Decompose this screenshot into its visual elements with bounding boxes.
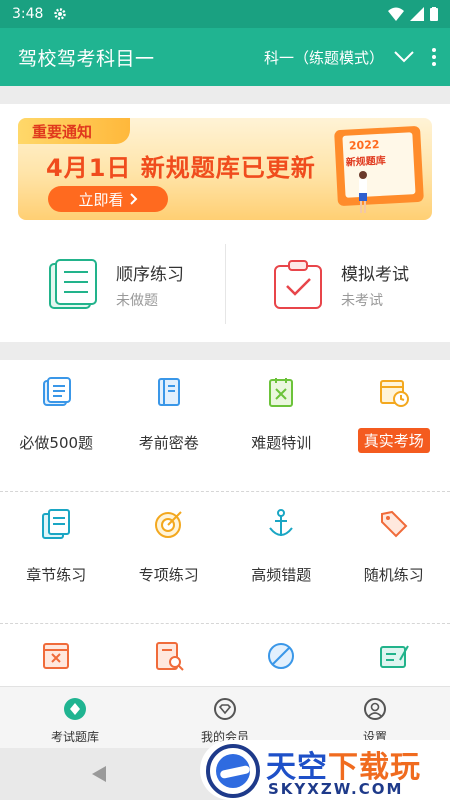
mock-exam-card[interactable]: 模拟考试 未考试 <box>225 244 450 328</box>
app-bar: 驾校驾考科目一 科一（练题模式） <box>0 28 450 86</box>
grid-label: 难题特训 <box>251 434 312 452</box>
notebook-icon <box>49 259 97 309</box>
chevron-right-icon <box>129 193 137 205</box>
watermark-logo <box>206 744 260 798</box>
watermark: 天空下载玩 SKYXZW.COM <box>200 740 450 800</box>
practice-title: 顺序练习 <box>116 265 184 285</box>
grid-label: 专项练习 <box>138 566 199 584</box>
banner-board-year: 2022 <box>348 137 380 153</box>
grid-label: 章节练习 <box>26 566 87 584</box>
prohibition-sign-icon <box>268 643 295 669</box>
book-icon <box>157 378 180 406</box>
calendar-clock-icon <box>379 380 409 407</box>
error-book-icon <box>43 643 70 669</box>
banner-headline: 4月1日 新规题库已更新 <box>46 154 316 182</box>
grid-item-wrong-set[interactable] <box>0 624 113 686</box>
real-exam-room-button[interactable]: 真实考场 <box>338 360 450 492</box>
mode-label: 科一（练题模式） <box>263 48 384 67</box>
nav-membership[interactable]: 我的会员 <box>150 687 300 748</box>
nav-question-bank[interactable]: 考试题库 <box>0 687 150 748</box>
promo-banner[interactable]: 重要通知 4月1日 新规题库已更新 立即看 2022 新规题库 <box>18 118 432 220</box>
banner-view-button[interactable]: 立即看 <box>48 186 168 212</box>
top-card: 重要通知 4月1日 新规题库已更新 立即看 2022 新规题库 顺序练习 未做题… <box>0 104 450 342</box>
grid-row-partial <box>0 624 450 686</box>
must-do-500-button[interactable]: 必做500题 <box>0 360 113 492</box>
grid-item-notes[interactable] <box>338 624 450 686</box>
status-time: 3:48 <box>12 6 44 22</box>
grid-label: 高频错题 <box>251 566 312 584</box>
document-list-icon <box>43 377 72 406</box>
signal-icon <box>410 7 424 21</box>
settings-gear-icon <box>54 8 67 20</box>
grid-label: 随机练习 <box>363 566 424 584</box>
tag-icon <box>380 510 408 538</box>
app-title: 驾校驾考科目一 <box>18 47 155 70</box>
mode-selector[interactable]: 科一（练题模式） <box>264 47 414 68</box>
grid-row: 章节练习 专项练习 高频错题 随机练习 <box>0 492 450 624</box>
back-triangle-icon[interactable] <box>90 764 108 784</box>
pre-exam-paper-button[interactable]: 考前密卷 <box>113 360 226 492</box>
question-bank-icon <box>64 698 86 720</box>
more-options-icon[interactable] <box>432 48 436 66</box>
grid-item-search-notes[interactable] <box>113 624 226 686</box>
stacked-pages-icon <box>42 509 71 539</box>
chapter-practice-button[interactable]: 章节练习 <box>0 492 113 624</box>
hard-questions-button[interactable]: 难题特训 <box>225 360 338 492</box>
person-illustration <box>359 171 367 213</box>
document-search-icon <box>155 642 184 671</box>
error-paper-icon <box>269 378 294 407</box>
target-icon <box>154 511 182 538</box>
special-practice-button[interactable]: 专项练习 <box>113 492 226 624</box>
banner-board-illustration: 2022 新规题库 <box>334 125 424 207</box>
wifi-icon <box>388 7 404 21</box>
membership-diamond-icon <box>214 698 236 720</box>
feature-grid: 必做500题 考前密卷 难题特训 真实考场 章节练习 专项练习 高频错题 随机练… <box>0 360 450 686</box>
random-practice-button[interactable]: 随机练习 <box>338 492 450 624</box>
nav-settings[interactable]: 设置 <box>300 687 450 748</box>
grid-label: 必做500题 <box>19 434 94 452</box>
grid-item-no-entry[interactable] <box>225 624 338 686</box>
exam-status: 未考试 <box>341 293 383 309</box>
status-bar: 3:48 <box>0 0 450 28</box>
practice-status: 未做题 <box>116 293 158 309</box>
watermark-url: SKYXZW.COM <box>268 780 404 798</box>
grid-label: 考前密卷 <box>138 434 199 452</box>
banner-board-label: 新规题库 <box>345 155 387 169</box>
exam-clipboard-icon <box>274 260 322 309</box>
exam-title: 模拟考试 <box>341 265 409 285</box>
banner-tag: 重要通知 <box>18 118 130 144</box>
grid-row: 必做500题 考前密卷 难题特训 真实考场 <box>0 360 450 492</box>
real-exam-tag: 真实考场 <box>357 428 430 453</box>
chevron-down-icon <box>394 51 414 63</box>
banner-button-label: 立即看 <box>78 190 124 209</box>
frequent-errors-button[interactable]: 高频错题 <box>225 492 338 624</box>
anchor-icon <box>269 509 294 536</box>
battery-icon <box>430 7 438 21</box>
practice-row: 顺序练习 未做题 模拟考试 未考试 <box>0 244 450 328</box>
note-edit-icon <box>379 645 409 668</box>
bottom-navigation: 考试题库 我的会员 设置 <box>0 686 450 748</box>
user-profile-icon <box>364 698 386 720</box>
nav-label: 考试题库 <box>50 730 99 744</box>
sequential-practice-card[interactable]: 顺序练习 未做题 <box>0 244 225 328</box>
